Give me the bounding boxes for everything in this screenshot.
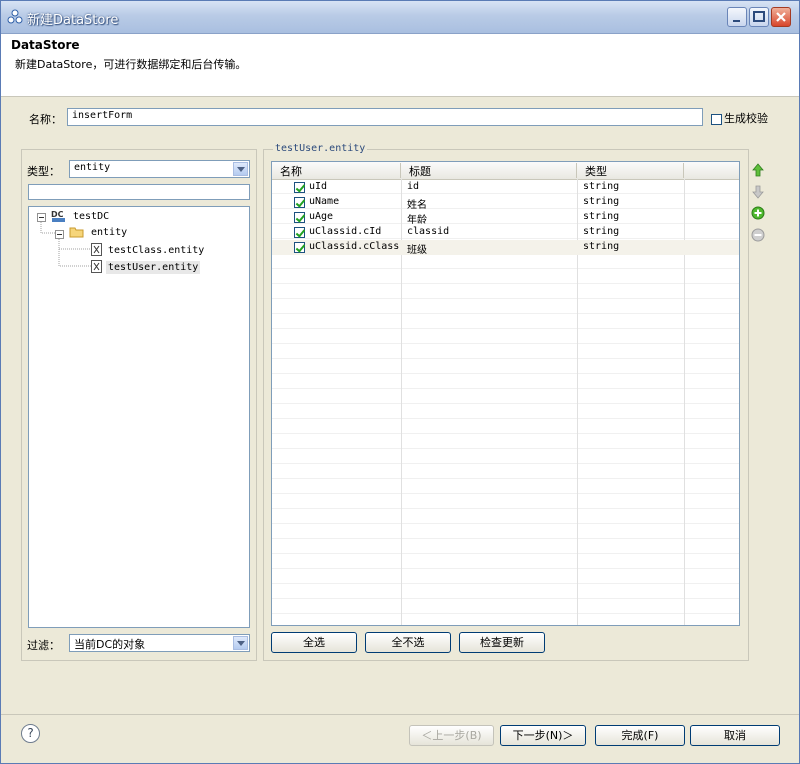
check-icon [294,227,305,238]
tree-node-item-label: testUser.entity [106,260,201,274]
next-button[interactable]: 下一步(N)＞ [500,725,586,746]
name-label: 名称： [29,113,62,126]
remove-icon[interactable] [751,228,765,242]
cell-name: uAge [309,211,334,222]
maximize-button[interactable] [749,7,769,27]
cell-type: string [583,181,620,192]
type-select[interactable]: entity [69,160,250,178]
title-bar[interactable]: 新建DataStore [1,1,799,34]
footer-divider [1,714,799,715]
tree-filter-input[interactable] [28,184,250,200]
table-row[interactable]: uClassid.cId classid string [272,225,739,240]
close-icon [776,12,786,22]
row-checkbox[interactable] [294,197,305,209]
arrow-up-icon[interactable] [751,163,765,177]
select-none-button[interactable]: 全不选 [365,632,451,653]
row-checkbox[interactable] [294,242,305,254]
check-update-button[interactable]: 检查更新 [459,632,545,653]
verify-checkbox-box[interactable] [711,113,722,125]
chevron-down-icon[interactable] [233,636,248,650]
table-header: 名称 标题 类型 [272,162,739,180]
header-title: DataStore [11,38,80,52]
app-icon [7,9,23,24]
back-button[interactable]: ＜上一步(B) [409,725,494,746]
table-row[interactable]: uName 姓名 string [272,195,739,211]
minimize-icon [733,20,740,22]
wizard-header: DataStore 新建DataStore，可进行数据绑定和后台传输。 [1,34,799,97]
close-button[interactable] [771,7,791,27]
check-icon [294,212,305,223]
filter-select[interactable]: 当前DC的对象 [69,634,250,652]
header-description: 新建DataStore，可进行数据绑定和后台传输。 [15,58,247,71]
field-table[interactable]: 名称 标题 类型 uId id string uName 姓名 string u… [271,161,740,626]
row-checkbox[interactable] [294,212,305,224]
cell-title: 班级 [407,245,427,256]
cell-title: classid [407,226,450,237]
finish-button[interactable]: 完成(F) [595,725,685,746]
row-checkbox[interactable] [294,227,305,239]
cell-name: uName [309,196,340,207]
filter-label: 过滤： [27,639,60,652]
cell-title: id [407,181,420,192]
cell-name: uClassid.cClass [309,241,400,252]
chevron-down-icon[interactable] [233,162,248,176]
cell-type: string [583,226,620,237]
column-header-type[interactable]: 类型 [577,163,684,178]
cell-title: 年龄 [407,215,427,226]
table-row[interactable]: uId id string [272,180,739,195]
help-icon[interactable]: ? [21,724,40,743]
arrow-down-icon[interactable] [751,185,765,199]
table-row-selected[interactable]: uClassid.cClass 班级 string [272,240,739,256]
check-icon [294,182,305,193]
type-label: 类型： [27,165,60,178]
tree-node-item-label: testClass.entity [108,244,205,256]
filter-select-value: 当前DC的对象 [74,638,146,651]
type-select-value: entity [74,162,111,173]
object-tree[interactable]: DC testDC entity testClass.entity testUse… [28,206,250,628]
check-icon [294,197,305,208]
table-row[interactable]: uAge 年龄 string [272,210,739,226]
cell-title: 姓名 [407,200,427,211]
cell-name: uId [309,181,328,192]
cell-type: string [583,196,620,207]
minimize-button[interactable] [727,7,747,27]
name-input[interactable]: insertForm [67,108,703,126]
cell-name: uClassid.cId [309,226,382,237]
entity-group-label: testUser.entity [273,143,368,154]
column-header-name[interactable]: 名称 [272,163,401,178]
cell-type: string [583,241,620,252]
dialog-window: 新建DataStore DataStore 新建DataStore，可进行数据绑… [0,0,800,764]
tree-lines [40,222,91,267]
verify-checkbox[interactable]: 生成校验 [709,110,768,126]
cancel-button[interactable]: 取消 [690,725,780,746]
verify-checkbox-label: 生成校验 [724,112,768,125]
column-header-title[interactable]: 标题 [401,163,577,178]
add-icon[interactable] [751,206,765,220]
select-all-button[interactable]: 全选 [271,632,357,653]
check-icon [294,242,305,253]
row-checkbox[interactable] [294,182,305,194]
window-title: 新建DataStore [27,13,119,28]
maximize-icon [753,11,765,22]
cell-type: string [583,211,620,222]
